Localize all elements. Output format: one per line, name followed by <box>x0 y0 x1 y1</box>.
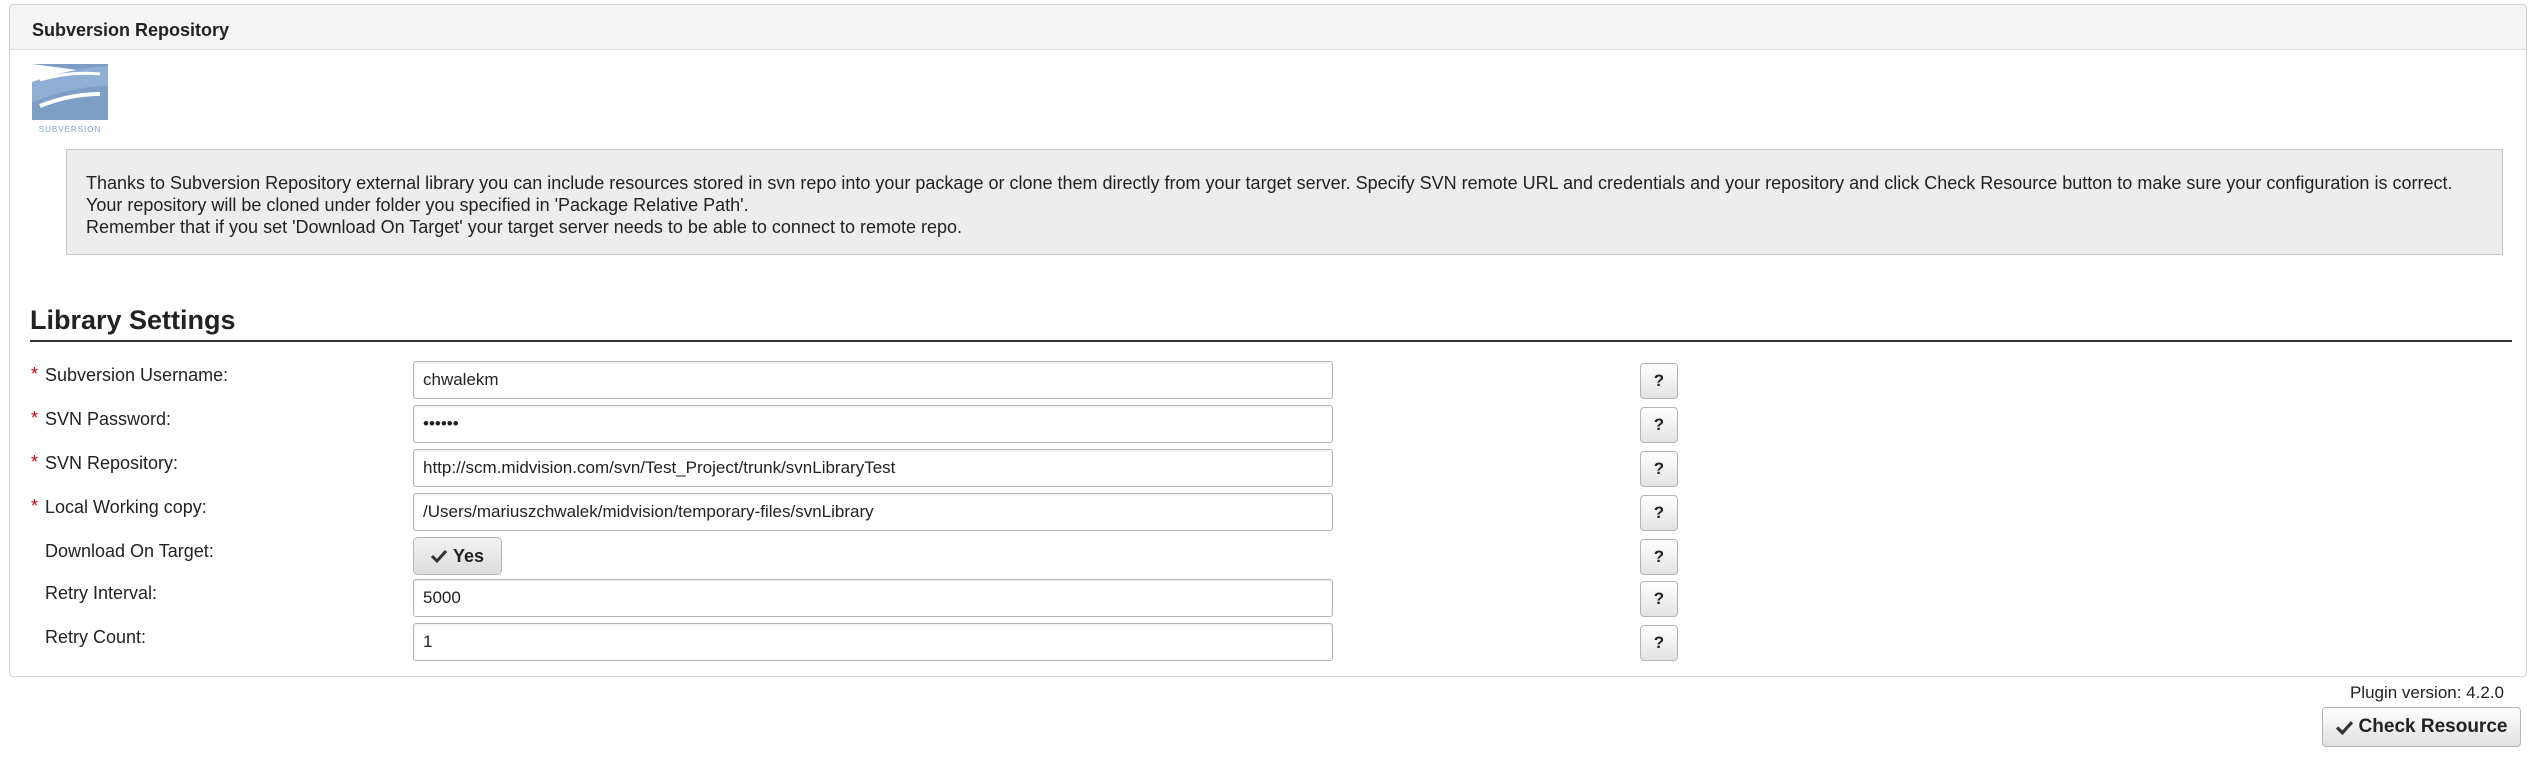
password-label: SVN Password: <box>45 409 172 429</box>
field-row-working-copy: * Local Working copy: ? <box>10 493 2528 533</box>
subversion-logo: SUBVERSION <box>30 62 110 136</box>
download-on-target-toggle[interactable]: Yes <box>413 537 502 575</box>
required-marker: * <box>31 408 39 428</box>
panel-title: Subversion Repository <box>32 20 230 40</box>
repository-input[interactable] <box>413 449 1333 487</box>
field-row-username: * Subversion Username: ? <box>10 361 2528 401</box>
retry-interval-label: Retry Interval: <box>45 583 158 603</box>
retry-count-input[interactable] <box>413 623 1333 661</box>
download-on-target-label: Download On Target: <box>45 541 214 561</box>
checkmark-icon <box>430 549 447 563</box>
info-box: Thanks to Subversion Repository external… <box>66 149 2503 255</box>
password-help-button[interactable]: ? <box>1640 407 1678 443</box>
check-resource-button[interactable]: Check Resource <box>2322 707 2521 747</box>
section-title: Library Settings <box>30 305 236 335</box>
username-label: Subversion Username: <box>45 365 229 385</box>
download-on-target-help-button[interactable]: ? <box>1640 539 1678 575</box>
required-marker: * <box>31 364 39 384</box>
info-line: Thanks to Subversion Repository external… <box>86 173 2453 193</box>
check-resource-label: Check Resource <box>2358 716 2508 737</box>
required-marker: * <box>31 452 39 472</box>
repository-help-button[interactable]: ? <box>1640 451 1678 487</box>
info-line: Remember that if you set 'Download On Ta… <box>86 217 963 237</box>
working-copy-help-button[interactable]: ? <box>1640 495 1678 531</box>
subversion-repository-panel: Subversion Repository SUBVERSION Thanks … <box>9 4 2527 677</box>
panel-header: Subversion Repository <box>10 5 2526 50</box>
plugin-version: Plugin version: 4.2.0 <box>2349 683 2504 702</box>
logo-wordmark: SUBVERSION <box>39 125 101 134</box>
field-row-repository: * SVN Repository: ? <box>10 449 2528 489</box>
retry-count-help-button[interactable]: ? <box>1640 625 1678 661</box>
repository-label: SVN Repository: <box>45 453 179 473</box>
username-help-button[interactable]: ? <box>1640 363 1678 399</box>
field-row-retry-interval: Retry Interval: ? <box>10 579 2528 619</box>
section-divider <box>30 340 2512 342</box>
required-marker: * <box>31 496 39 516</box>
retry-interval-input[interactable] <box>413 579 1333 617</box>
field-row-download-on-target: Download On Target: Yes ? <box>10 537 2528 577</box>
retry-count-label: Retry Count: <box>45 627 147 647</box>
checkmark-icon <box>2335 720 2353 735</box>
field-row-retry-count: Retry Count: ? <box>10 623 2528 663</box>
username-input[interactable] <box>413 361 1333 399</box>
working-copy-label: Local Working copy: <box>45 497 207 517</box>
info-line: Your repository will be cloned under fol… <box>86 195 749 215</box>
password-input[interactable] <box>413 405 1333 443</box>
field-row-password: * SVN Password: ? <box>10 405 2528 445</box>
working-copy-input[interactable] <box>413 493 1333 531</box>
retry-interval-help-button[interactable]: ? <box>1640 581 1678 617</box>
toggle-label: Yes <box>452 545 485 566</box>
